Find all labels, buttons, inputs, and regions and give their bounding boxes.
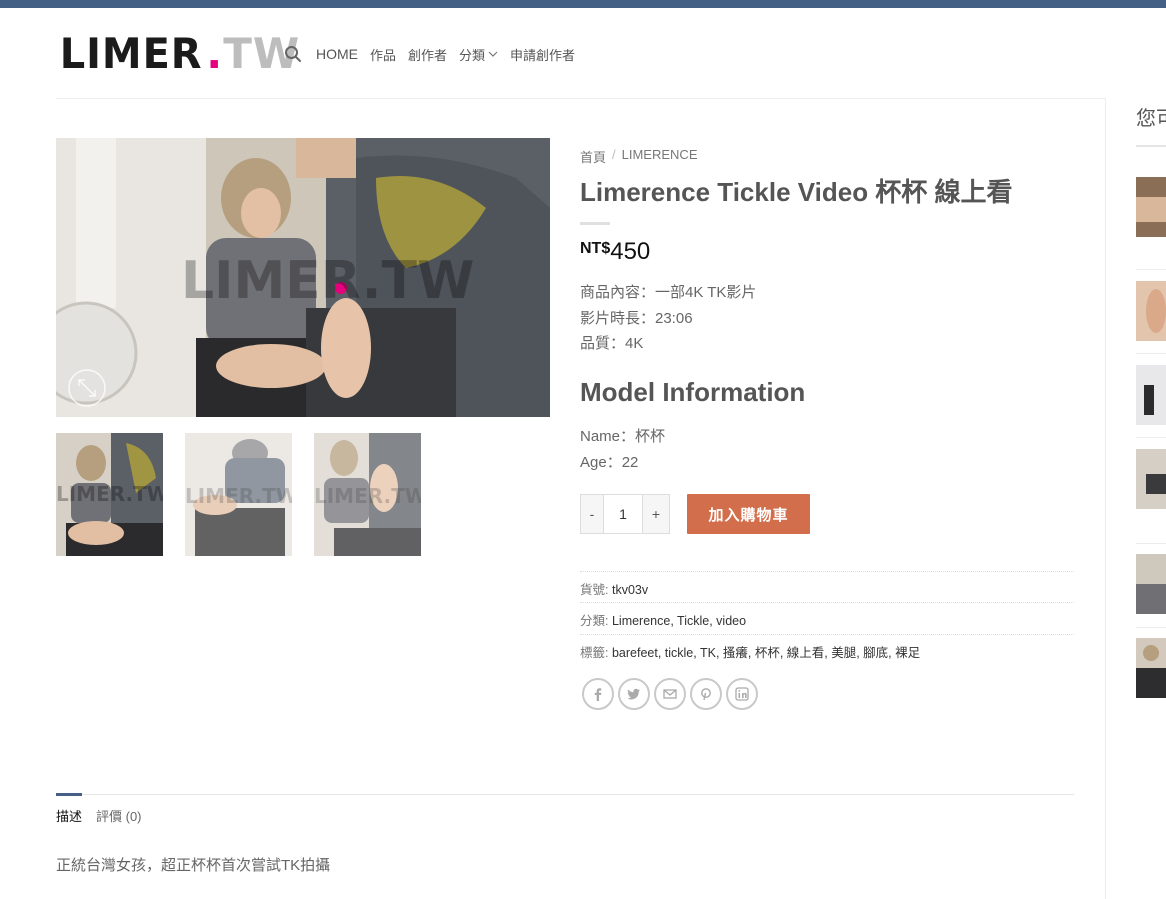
zoom-expand-icon[interactable] — [67, 368, 107, 408]
nav-home[interactable]: HOME — [316, 46, 358, 62]
facebook-icon[interactable] — [582, 678, 614, 710]
model-age: Age：22 — [580, 453, 639, 471]
sidebar-separator — [1136, 269, 1166, 270]
sidebar-divider — [1105, 98, 1106, 899]
linkedin-icon[interactable] — [726, 678, 758, 710]
nav-categories[interactable]: 分類 — [459, 45, 498, 64]
quantity-increase-button[interactable]: + — [643, 495, 669, 533]
product-categories: 分類: Limerence, Tickle, video — [580, 602, 1074, 634]
sidebar-product-thumb[interactable] — [1136, 554, 1166, 614]
sidebar-product-thumb[interactable] — [1136, 365, 1166, 425]
model-info: Name：杯杯 Age：22 — [580, 424, 665, 475]
product-thumbnail-2[interactable]: LIMER.TW — [185, 433, 292, 556]
product-info: 商品內容：一部4K TK影片 影片時長：23:06 品質：4K — [580, 280, 756, 357]
sidebar-separator — [1136, 353, 1166, 354]
breadcrumb-category[interactable]: LIMERENCE — [622, 147, 698, 166]
sidebar-heading-underline — [1136, 145, 1166, 147]
breadcrumb-home[interactable]: 首頁 — [580, 147, 606, 166]
svg-text:LIMER.TW: LIMER.TW — [56, 482, 163, 506]
product-thumbnail-3[interactable]: LIMER.TW — [314, 433, 421, 556]
product-sku: 貨號: tkv03v — [580, 571, 1074, 603]
chevron-down-icon — [488, 51, 498, 57]
tabs-divider — [56, 794, 1074, 795]
sku-value: tkv03v — [611, 583, 649, 597]
site-header: LIMER. TW HOME 作品 創作者 分類 申請創作者 — [0, 8, 1166, 98]
sku-label: 貨號: — [580, 583, 609, 597]
sidebar-separator — [1136, 543, 1166, 544]
categories-value[interactable]: Limerence, Tickle, video — [612, 614, 746, 628]
nav-categories-label: 分類 — [459, 47, 486, 63]
product-price: NT$ 450 — [580, 238, 650, 266]
main-nav: HOME 作品 創作者 分類 申請創作者 — [284, 44, 587, 64]
sidebar-product-thumb[interactable] — [1136, 281, 1166, 341]
nav-works[interactable]: 作品 — [370, 45, 396, 64]
add-to-cart-button[interactable]: 加入購物車 — [687, 494, 810, 534]
title-divider — [580, 222, 610, 225]
logo-text-main: LIMER — [59, 29, 203, 78]
nav-creators[interactable]: 創作者 — [408, 45, 447, 64]
svg-text:LIMER.TW: LIMER.TW — [181, 251, 474, 311]
price-currency: NT$ — [580, 240, 611, 257]
tags-value[interactable]: barefeet, tickle, TK, 搔癢, 杯杯, 線上看, 美腿, 腳… — [612, 646, 920, 660]
sidebar-product-thumb[interactable] — [1136, 638, 1166, 698]
logo-dot: . — [206, 29, 224, 78]
breadcrumb: 首頁 / LIMERENCE — [580, 147, 698, 166]
header-divider — [56, 98, 1106, 99]
sidebar-product-thumb[interactable] — [1136, 177, 1166, 237]
product-main-image[interactable]: LIMER.TW — [56, 138, 550, 417]
tab-reviews[interactable]: 評價 (0) — [96, 806, 142, 825]
active-tab-indicator — [56, 793, 82, 796]
info-content: 商品內容：一部4K TK影片 — [580, 284, 757, 301]
model-info-heading: Model Information — [580, 377, 806, 407]
sidebar-separator — [1136, 437, 1166, 438]
search-icon[interactable] — [284, 45, 302, 63]
breadcrumb-separator: / — [612, 147, 616, 162]
tags-label: 標籤: — [580, 646, 609, 660]
email-icon[interactable] — [654, 678, 686, 710]
info-quality: 品質：4K — [580, 335, 644, 352]
model-name: Name：杯杯 — [580, 428, 666, 445]
svg-text:LIMER.TW: LIMER.TW — [314, 484, 421, 508]
sidebar-product-thumb[interactable] — [1136, 449, 1166, 509]
info-duration: 影片時長：23:06 — [580, 309, 693, 327]
share-icons — [582, 678, 758, 710]
pinterest-icon[interactable] — [690, 678, 722, 710]
categories-label: 分類: — [580, 614, 609, 628]
product-title: Limerence Tickle Video 杯杯 線上看 — [580, 177, 1013, 207]
quantity-decrease-button[interactable]: - — [581, 495, 603, 533]
price-amount: 450 — [610, 238, 651, 265]
tab-description[interactable]: 描述 — [56, 806, 82, 825]
nav-apply-creator[interactable]: 申請創作者 — [510, 45, 575, 64]
twitter-icon[interactable] — [618, 678, 650, 710]
sidebar-separator — [1136, 627, 1166, 628]
top-accent-bar — [0, 0, 1166, 8]
sidebar-heading: 您可 — [1136, 108, 1166, 130]
site-logo[interactable]: LIMER. TW — [56, 32, 300, 76]
quantity-input[interactable]: 1 — [603, 495, 643, 533]
product-tags: 標籤: barefeet, tickle, TK, 搔癢, 杯杯, 線上看, 美… — [580, 634, 1074, 666]
quantity-stepper: - 1 + — [580, 494, 670, 534]
svg-text:LIMER.TW: LIMER.TW — [185, 484, 292, 508]
product-description: 正統台灣女孩，超正杯杯首次嘗試TK拍攝 — [56, 857, 331, 874]
product-thumbnail-1[interactable]: LIMER.TW — [56, 433, 163, 556]
